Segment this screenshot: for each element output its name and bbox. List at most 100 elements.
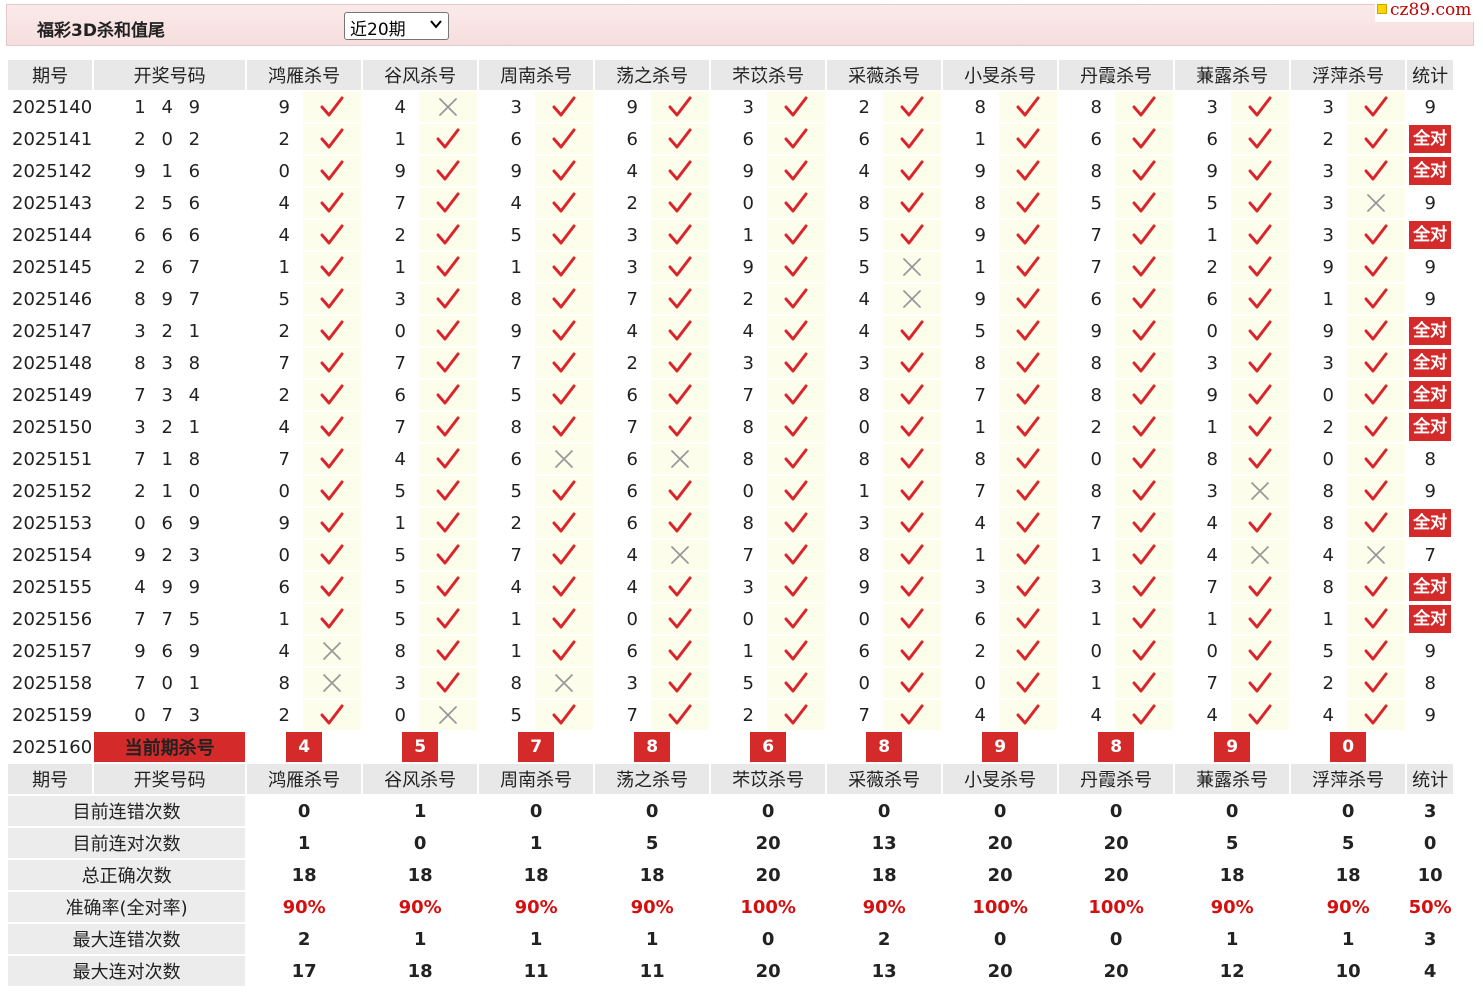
col-expert-header[interactable]: 芣苡杀号 <box>711 60 826 90</box>
result-mark-cell <box>419 636 478 666</box>
period-cell: 2025147 <box>8 316 93 346</box>
col-expert-header[interactable]: 丹霞杀号 <box>1059 60 1174 90</box>
kill-number-cell: 9 <box>247 508 302 538</box>
kill-number-cell: 9 <box>943 220 998 250</box>
kill-number-cell: 8 <box>943 92 998 122</box>
stats-value: 18 <box>1291 860 1406 890</box>
stats-value: 0 <box>595 796 710 826</box>
result-mark-cell <box>419 124 478 154</box>
col-expert-header[interactable]: 周南杀号 <box>479 60 594 90</box>
winning-number-cell: 9 2 3 <box>134 544 206 566</box>
kill-number-cell: 6 <box>595 508 650 538</box>
result-mark-cell <box>651 284 710 314</box>
kill-number-cell: 3 <box>595 252 650 282</box>
cross-icon <box>323 674 342 692</box>
result-mark-cell <box>1231 508 1290 538</box>
current-period-row: 2025160 当前期杀号 4 5 7 8 6 8 9 8 9 0 <box>8 732 1454 762</box>
stats-value: 100% <box>943 892 1058 922</box>
check-icon <box>1132 608 1156 629</box>
kill-number-cell: 3 <box>827 508 882 538</box>
check-icon <box>668 256 692 277</box>
col-expert-header[interactable]: 荡之杀号 <box>595 60 710 90</box>
kill-number-cell: 3 <box>1291 220 1346 250</box>
result-mark-cell <box>535 252 594 282</box>
kill-number-cell: 0 <box>363 316 418 346</box>
col-expert-header[interactable]: 浮萍杀号 <box>1291 60 1406 90</box>
result-mark-cell <box>1231 604 1290 634</box>
check-icon <box>552 512 576 533</box>
kill-number-cell: 9 <box>1059 316 1114 346</box>
result-mark-cell <box>883 92 942 122</box>
cross-icon <box>555 450 574 468</box>
col-expert-header[interactable]: 芣苡杀号 <box>711 764 826 794</box>
check-icon <box>320 608 344 629</box>
check-icon <box>320 544 344 565</box>
stats-value: 5 <box>1175 828 1290 858</box>
result-mark-cell <box>1115 348 1174 378</box>
result-mark-cell <box>883 604 942 634</box>
stats-value: 13 <box>827 828 942 858</box>
result-mark-cell <box>767 252 826 282</box>
stats-value: 13 <box>827 956 942 986</box>
result-mark-cell <box>1231 572 1290 602</box>
col-expert-header[interactable]: 周南杀号 <box>479 764 594 794</box>
col-expert-header[interactable]: 谷风杀号 <box>363 764 478 794</box>
table-row: 2025151 7 1 8 7 4 6 6 8 8 8 0 8 0 8 <box>8 444 1454 474</box>
kill-number-cell: 1 <box>827 476 882 506</box>
col-expert-header[interactable]: 丹霞杀号 <box>1059 764 1174 794</box>
kill-number-cell: 5 <box>479 380 534 410</box>
col-expert-header[interactable]: 浮萍杀号 <box>1291 764 1406 794</box>
col-expert-header[interactable]: 蒹露杀号 <box>1175 764 1290 794</box>
check-icon <box>1132 128 1156 149</box>
col-expert-header[interactable]: 采薇杀号 <box>827 764 942 794</box>
stats-value: 1 <box>1291 924 1406 954</box>
cross-icon <box>1251 546 1270 564</box>
check-icon <box>552 224 576 245</box>
site-logo[interactable]: cz89.com <box>1375 0 1479 22</box>
check-icon <box>1016 672 1040 693</box>
current-kill-cell: 8 <box>595 732 709 762</box>
col-expert-header[interactable]: 小旻杀号 <box>943 764 1058 794</box>
stats-total: 50% <box>1407 892 1454 922</box>
col-expert-header[interactable]: 谷风杀号 <box>363 60 478 90</box>
check-icon <box>900 480 924 501</box>
col-expert-header[interactable]: 鸿雁杀号 <box>247 764 362 794</box>
row-stat-cell: 全对 <box>1407 156 1454 186</box>
result-mark-cell <box>1347 476 1406 506</box>
result-mark-cell <box>999 220 1058 250</box>
period-select[interactable]: 近20期 <box>344 12 449 40</box>
kill-number-cell: 5 <box>1175 188 1230 218</box>
col-expert-header[interactable]: 蒹露杀号 <box>1175 60 1290 90</box>
col-expert-header[interactable]: 荡之杀号 <box>595 764 710 794</box>
period-cell: 2025143 <box>8 188 93 218</box>
kill-number-cell: 8 <box>711 444 766 474</box>
kill-number-cell: 7 <box>363 412 418 442</box>
period-cell: 2025159 <box>8 700 93 730</box>
stats-label: 准确率(全对率) <box>8 892 246 922</box>
result-mark-cell <box>1115 700 1174 730</box>
col-expert-header[interactable]: 小旻杀号 <box>943 60 1058 90</box>
col-expert-header[interactable]: 鸿雁杀号 <box>247 60 362 90</box>
kill-number-cell: 1 <box>943 124 998 154</box>
check-icon <box>900 384 924 405</box>
stats-value: 0 <box>247 796 362 826</box>
check-icon <box>320 288 344 309</box>
result-mark-cell <box>1347 508 1406 538</box>
check-icon <box>1248 672 1272 693</box>
kill-number-cell: 8 <box>1059 348 1114 378</box>
result-mark-cell <box>1115 284 1174 314</box>
result-mark-cell <box>651 700 710 730</box>
result-mark-cell <box>1347 540 1406 570</box>
row-stat-cell: 7 <box>1407 540 1454 570</box>
col-expert-header[interactable]: 采薇杀号 <box>827 60 942 90</box>
result-mark-cell <box>999 540 1058 570</box>
row-stat-cell: 全对 <box>1407 316 1454 346</box>
kill-number-cell: 0 <box>1059 444 1114 474</box>
current-kill-cell: 9 <box>1175 732 1289 762</box>
stats-total: 4 <box>1407 956 1454 986</box>
kill-number-cell: 7 <box>943 476 998 506</box>
stats-total: 3 <box>1407 924 1454 954</box>
stats-value: 100% <box>711 892 826 922</box>
result-mark-cell <box>419 412 478 442</box>
stats-row: 最大连对次数 17 18 11 11 20 13 20 20 12 10 4 <box>8 956 1454 986</box>
